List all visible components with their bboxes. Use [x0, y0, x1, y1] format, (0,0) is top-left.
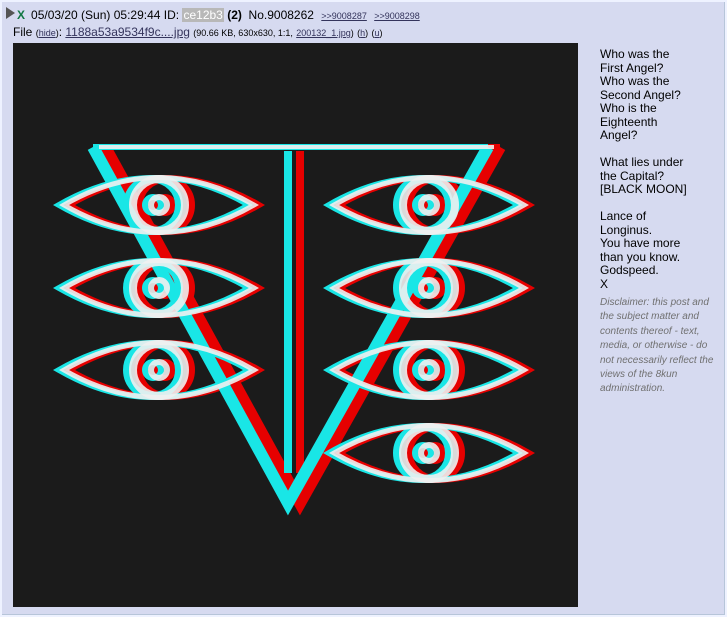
- body-line: [600, 197, 722, 211]
- file-meta-close: ): [350, 28, 354, 38]
- body-line: First Angel?: [600, 60, 664, 75]
- file-meta: (90.66 KB, 630x630, 1:1,: [193, 28, 293, 38]
- body-line: Eighteenth: [600, 114, 658, 129]
- file-info: File (hide): 1188a53a9534f9c....jpg (90.…: [13, 25, 383, 39]
- file-label: File: [13, 25, 33, 39]
- backlink[interactable]: >>9008287: [321, 11, 367, 21]
- body-line: Godspeed.: [600, 263, 659, 277]
- post-datetime: 05/03/20 (Sun) 05:29:44: [31, 8, 161, 22]
- post-intro: X 05/03/20 (Sun) 05:29:44 ID: ce12b3 (2) …: [6, 7, 420, 24]
- body-line: You have more: [600, 236, 681, 250]
- u-link[interactable]: u: [374, 28, 379, 38]
- body-line: Who was the: [600, 47, 670, 61]
- body-line: What lies under: [600, 155, 684, 169]
- body-line: Lance of: [600, 209, 647, 223]
- h-link[interactable]: h: [360, 28, 365, 38]
- hide-file-link[interactable]: hide: [39, 28, 56, 38]
- body-line: X: [600, 276, 609, 291]
- post-menu-triangle-icon[interactable]: [6, 7, 15, 19]
- id-label: ID:: [163, 8, 180, 22]
- post-body-lines: Who was the First Angel? Who was the Second…: [600, 47, 722, 291]
- body-line: Longinus.: [600, 222, 653, 237]
- body-line: [600, 143, 722, 157]
- body-line: the Capital?: [600, 168, 665, 183]
- hide-link-wrap: (hide): [35, 28, 59, 38]
- poster-id[interactable]: ce12b3: [182, 8, 224, 22]
- body-line: Angel?: [600, 128, 638, 142]
- disclaimer: Disclaimer: this post and the subject ma…: [600, 297, 714, 395]
- h-link-wrap: (h): [357, 28, 369, 38]
- body-line: Second Angel?: [600, 87, 681, 102]
- post-body: Who was the First Angel? Who was the Second…: [600, 47, 722, 397]
- post-number[interactable]: No.9008262: [249, 8, 314, 22]
- body-line: Who was the: [600, 74, 670, 88]
- original-filename[interactable]: 200132_1.jpg: [296, 28, 351, 38]
- u-link-wrap: (u): [371, 28, 383, 38]
- body-line: [BLACK MOON]: [600, 182, 687, 196]
- backlink[interactable]: >>9008298: [374, 11, 420, 21]
- poster-name: X: [17, 8, 26, 22]
- body-line: Who is the: [600, 101, 657, 115]
- file-link[interactable]: 1188a53a9534f9c....jpg: [65, 25, 190, 39]
- post-count: (2): [227, 8, 242, 22]
- post-image[interactable]: [13, 43, 578, 607]
- seele-eyes-logo: [13, 43, 578, 607]
- body-line: than you know.: [600, 249, 681, 264]
- post-container: X 05/03/20 (Sun) 05:29:44 ID: ce12b3 (2) …: [2, 2, 725, 615]
